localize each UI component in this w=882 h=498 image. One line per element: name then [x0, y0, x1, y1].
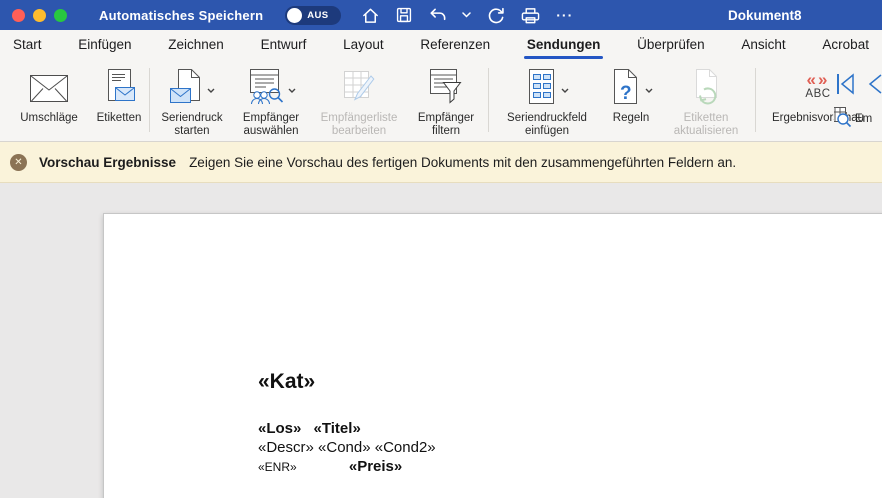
merge-field-preis[interactable]: «Preis»	[349, 458, 402, 475]
redo-icon[interactable]	[486, 6, 505, 25]
regeln-button[interactable]: ? Regeln	[602, 61, 660, 141]
group-separator	[149, 68, 150, 132]
print-icon[interactable]	[520, 6, 541, 25]
message-bar-text: Zeigen Sie eine Vorschau des fertigen Do…	[189, 155, 736, 170]
traffic-lights	[12, 9, 67, 22]
autosave-toggle[interactable]: AUS	[285, 6, 341, 25]
dismiss-message-icon[interactable]: ✕	[10, 154, 27, 171]
group-separator	[488, 68, 489, 132]
tab-zeichnen[interactable]: Zeichnen	[166, 31, 226, 60]
merge-field-descr[interactable]: «Descr»	[258, 439, 314, 456]
message-bar: ✕ Vorschau Ergebnisse Zeigen Sie eine Vo…	[0, 142, 882, 183]
ribbon-tabbar: Start Einfügen Zeichnen Entwurf Layout R…	[0, 30, 882, 61]
undo-icon[interactable]	[428, 6, 447, 25]
seriendruckfeld-einfuegen-button[interactable]: Seriendruckfeld einfügen	[492, 61, 602, 141]
previous-record-icon[interactable]	[868, 71, 882, 102]
autosave-label: Automatisches Speichern	[99, 8, 263, 23]
merge-field-titel[interactable]: «Titel»	[314, 420, 361, 437]
start-mail-merge-icon	[169, 68, 203, 110]
svg-text:?: ?	[620, 83, 632, 104]
empfaengerliste-bearbeiten-label: Empfängerliste bearbeiten	[311, 112, 407, 138]
empfaengerliste-bearbeiten-button: Empfängerliste bearbeiten	[311, 61, 407, 141]
update-labels-icon	[689, 68, 724, 111]
merge-field-cond2[interactable]: «Cond2»	[375, 439, 436, 456]
merge-fields-block: «Kat» «Los» «Titel» «Descr» «Cond» «Cond…	[258, 369, 436, 477]
empfaenger-auswaehlen-label: Empfänger auswählen	[231, 112, 311, 138]
seriendruck-starten-button[interactable]: Seriendruck starten	[153, 61, 231, 141]
tab-einfuegen[interactable]: Einfügen	[76, 31, 133, 60]
seriendruck-starten-label: Seriendruck starten	[153, 112, 231, 138]
close-window-button[interactable]	[12, 9, 25, 22]
tab-layout[interactable]: Layout	[341, 31, 386, 60]
preview-results-icon: «» ABC	[805, 71, 830, 101]
etiketten-label: Etiketten	[97, 112, 142, 125]
chevron-down-icon	[645, 80, 653, 98]
umschlaege-button[interactable]: Umschläge	[6, 61, 92, 141]
merge-field-kat[interactable]: «Kat»	[258, 369, 436, 395]
insert-merge-field-icon	[526, 68, 557, 111]
tab-referenzen[interactable]: Referenzen	[418, 31, 492, 60]
umschlaege-label: Umschläge	[20, 112, 78, 125]
regeln-label: Regeln	[613, 112, 649, 125]
word-window: Automatisches Speichern AUS	[0, 0, 882, 498]
tab-ueberpruefen[interactable]: Überprüfen	[635, 31, 707, 60]
merge-field-cond[interactable]: «Cond»	[318, 439, 371, 456]
document-workspace[interactable]: «Kat» «Los» «Titel» «Descr» «Cond» «Cond…	[0, 183, 882, 498]
tab-ansicht[interactable]: Ansicht	[739, 31, 787, 60]
etiketten-aktualisieren-label: Etiketten aktualisieren	[660, 112, 752, 138]
more-toolbar-icon[interactable]: ···	[556, 7, 573, 23]
save-icon[interactable]	[395, 6, 413, 24]
group-separator	[755, 68, 756, 132]
tab-acrobat[interactable]: Acrobat	[820, 31, 871, 60]
merge-field-enr[interactable]: «ENR»	[258, 460, 297, 474]
find-recipient-label-partial: Em	[855, 113, 872, 126]
find-recipient-icon[interactable]	[834, 106, 852, 133]
message-bar-title: Vorschau Ergebnisse	[39, 155, 176, 170]
labels-icon	[103, 68, 136, 111]
minimize-window-button[interactable]	[33, 9, 46, 22]
envelope-icon	[29, 68, 69, 108]
document-page[interactable]: «Kat» «Los» «Titel» «Descr» «Cond» «Cond…	[103, 213, 882, 498]
toggle-knob	[287, 8, 302, 23]
empfaenger-filtern-button[interactable]: Empfänger filtern	[407, 61, 485, 141]
chevron-down-icon	[207, 80, 215, 98]
zoom-window-button[interactable]	[54, 9, 67, 22]
rules-icon: ?	[610, 68, 641, 111]
tab-start[interactable]: Start	[11, 31, 44, 60]
autosave-state: AUS	[307, 10, 328, 21]
undo-menu-chevron-icon[interactable]	[462, 12, 471, 18]
document-title: Dokument8	[728, 0, 802, 30]
seriendruckfeld-einfuegen-label: Seriendruckfeld einfügen	[492, 112, 602, 138]
merge-field-los[interactable]: «Los»	[258, 420, 301, 437]
record-navigation: Em	[834, 61, 882, 142]
edit-recipient-list-icon	[340, 68, 378, 111]
chevron-down-icon	[561, 80, 569, 98]
titlebar: Automatisches Speichern AUS	[0, 0, 882, 30]
ribbon: Umschläge Etiketten Seriendruck starten	[0, 61, 882, 142]
empfaenger-auswaehlen-button[interactable]: Empfänger auswählen	[231, 61, 311, 141]
select-recipients-icon	[247, 68, 284, 111]
etiketten-aktualisieren-button: Etiketten aktualisieren	[660, 61, 752, 141]
filter-recipients-icon	[428, 68, 464, 109]
first-record-icon[interactable]	[834, 71, 856, 102]
etiketten-button[interactable]: Etiketten	[92, 61, 146, 141]
chevron-down-icon	[288, 80, 296, 98]
tab-sendungen[interactable]: Sendungen	[525, 31, 603, 60]
home-icon[interactable]	[361, 6, 380, 25]
tab-entwurf[interactable]: Entwurf	[259, 31, 309, 60]
empfaenger-filtern-label: Empfänger filtern	[407, 112, 485, 138]
